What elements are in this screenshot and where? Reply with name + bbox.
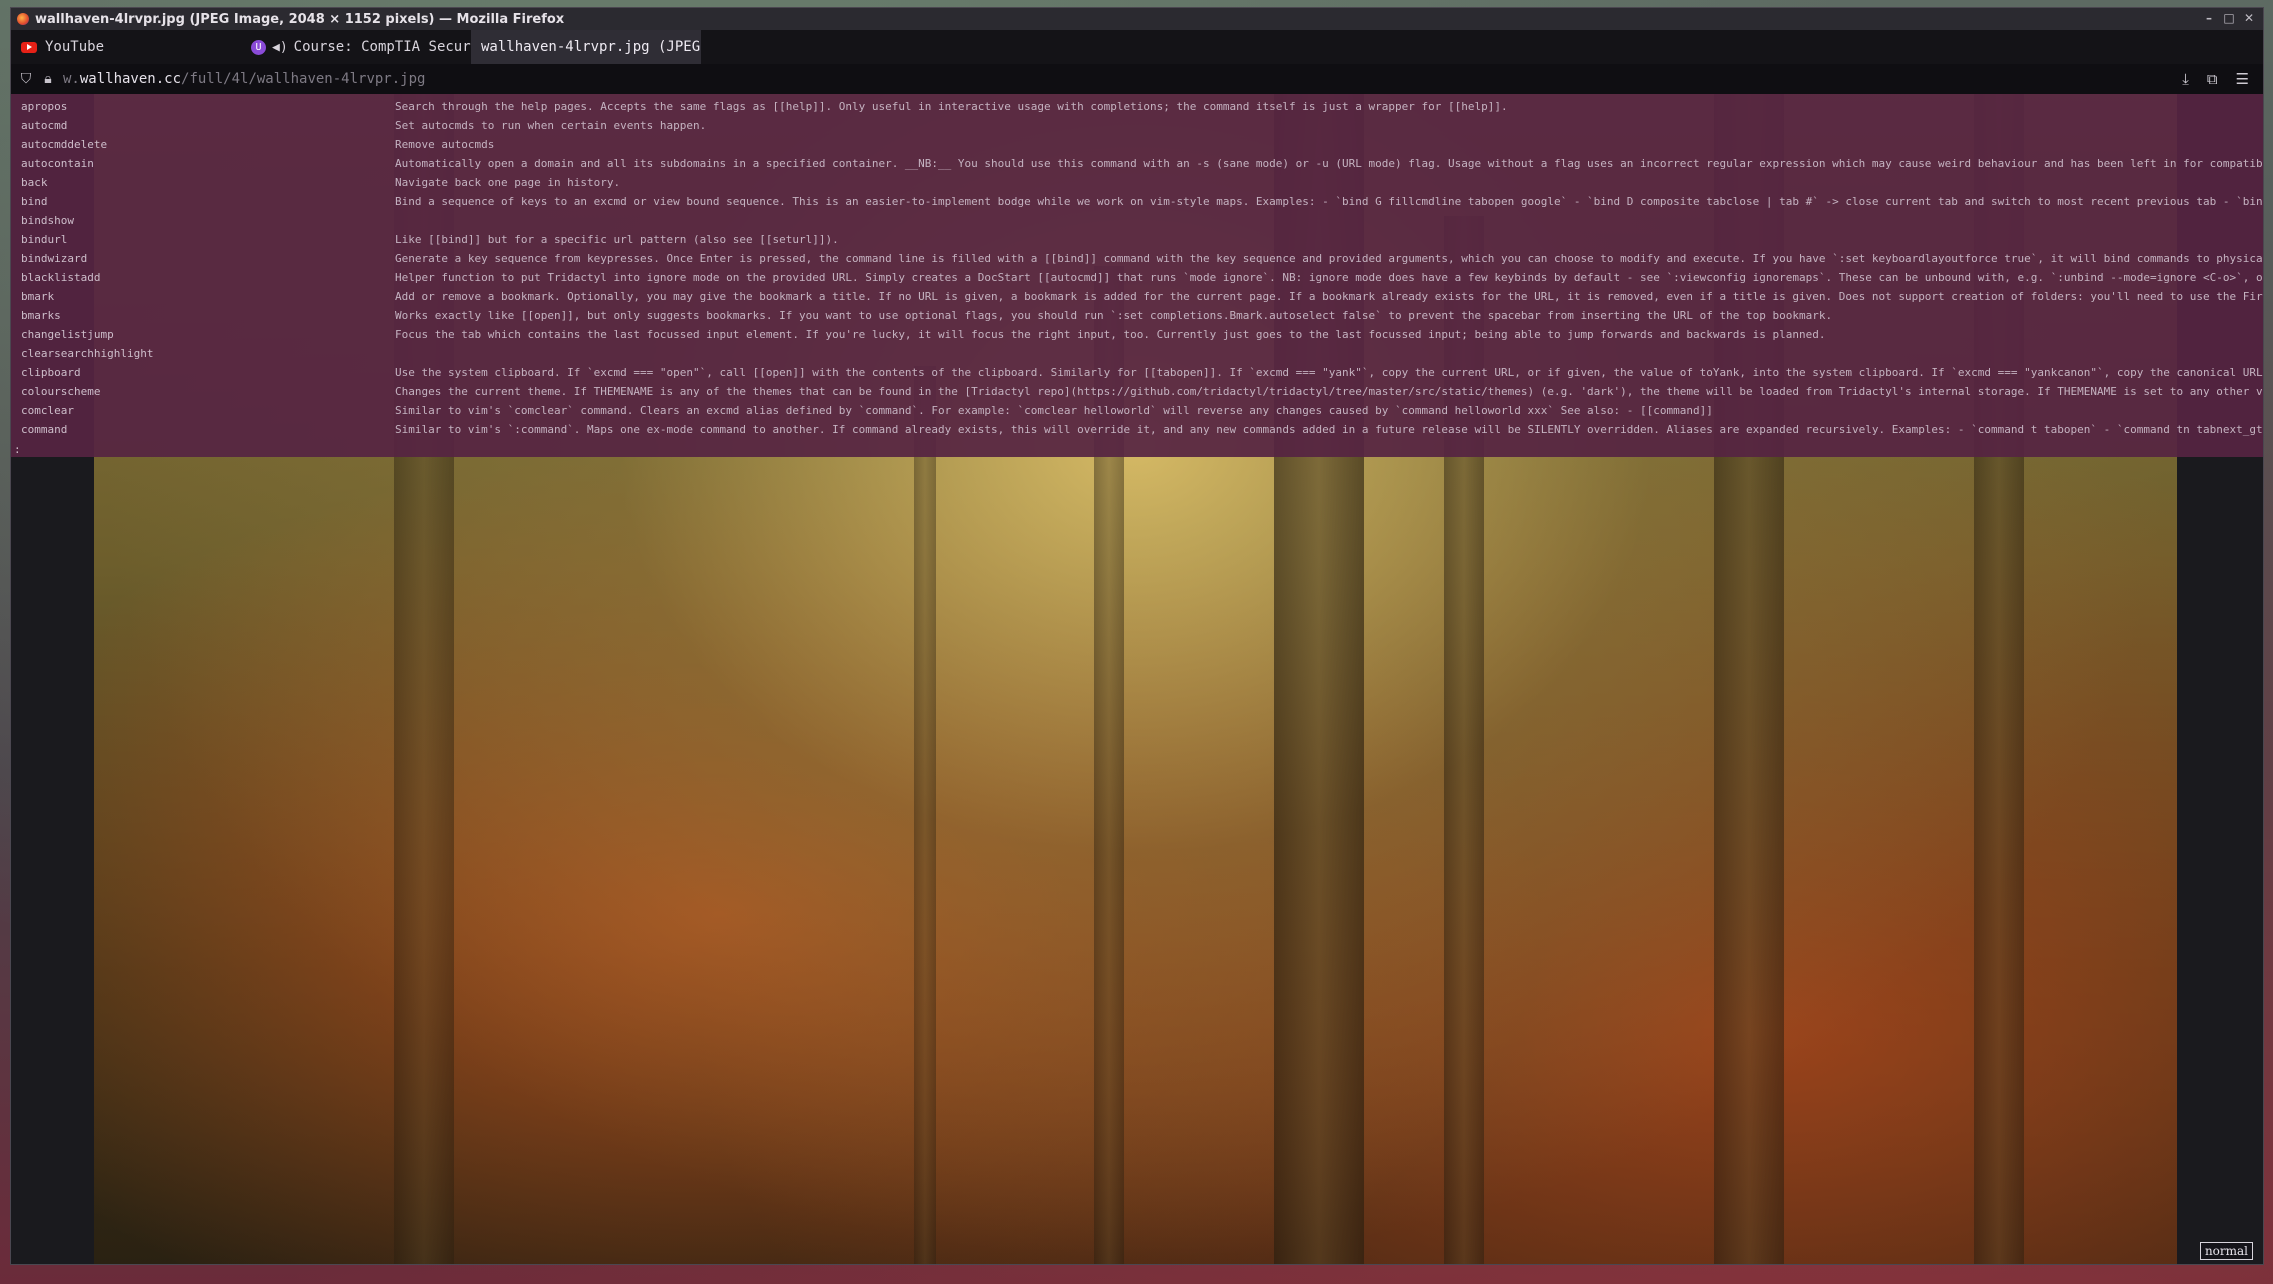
toolbar-right: ⤓ ⧉ ☰ xyxy=(2182,70,2249,88)
minimize-icon[interactable]: – xyxy=(2201,10,2217,26)
menu-icon[interactable]: ☰ xyxy=(2236,70,2249,88)
completion-description: Automatically open a domain and all its … xyxy=(395,157,2263,170)
firefox-window: wallhaven-4lrvpr.jpg (JPEG Image, 2048 ×… xyxy=(10,7,2264,1265)
completion-command: clearsearchhighlight xyxy=(21,347,154,360)
completion-command: comclear xyxy=(21,404,74,417)
firefox-icon xyxy=(17,13,29,25)
navigation-bar: ⛉ 🔒︎ w.wallhaven.cc/full/4l/wallhaven-4l… xyxy=(11,64,2263,94)
completion-description: Bind a sequence of keys to an excmd or v… xyxy=(395,195,2263,208)
completion-command: autocmd xyxy=(21,119,68,132)
completion-row[interactable]: bindurl Like [[bind]] but for a specific … xyxy=(11,233,2263,252)
tab-course[interactable]: U ◀) Course: CompTIA Securit xyxy=(241,30,471,64)
completion-description: Search through the help pages. Accepts t… xyxy=(395,100,1508,113)
completion-row[interactable]: bindwizard Generate a key sequence from k… xyxy=(11,252,2263,271)
url-path: /full/4l/wallhaven-4lrvpr.jpg xyxy=(181,71,426,87)
completion-command: bmark xyxy=(21,290,55,303)
tab-wallhaven-image[interactable]: wallhaven-4lrvpr.jpg (JPEG Ima xyxy=(471,30,701,64)
completion-row[interactable]: bind Bind a sequence of keys to an excmd … xyxy=(11,195,2263,214)
window-title: wallhaven-4lrvpr.jpg (JPEG Image, 2048 ×… xyxy=(35,11,565,27)
completion-description: Set autocmds to run when certain events … xyxy=(395,119,707,132)
completion-description: Add or remove a bookmark. Optionally, yo… xyxy=(395,290,2263,303)
completion-row[interactable]: bindshow xyxy=(11,214,2263,233)
tab-youtube[interactable]: YouTube xyxy=(11,30,241,64)
completion-row[interactable]: clipboard Use the system clipboard. If `e… xyxy=(11,366,2263,385)
completion-row[interactable]: autocmd Set autocmds to run when certain … xyxy=(11,119,2263,138)
completion-description: Works exactly like [[open]], but only su… xyxy=(395,309,1833,322)
completion-command: apropos xyxy=(21,100,68,113)
window-titlebar[interactable]: wallhaven-4lrvpr.jpg (JPEG Image, 2048 ×… xyxy=(11,8,2263,30)
tab-label: YouTube xyxy=(45,39,105,55)
completion-row[interactable]: clearsearchhighlight xyxy=(11,347,2263,366)
completion-description: Similar to vim's `:command`. Maps one ex… xyxy=(395,423,2263,436)
completion-description: Focus the tab which contains the last fo… xyxy=(395,328,1826,341)
completion-row[interactable]: colourscheme Changes the current theme. I… xyxy=(11,385,2263,404)
completion-command: bindwizard xyxy=(21,252,88,265)
completion-row[interactable]: apropos Search through the help pages. Ac… xyxy=(11,100,2263,119)
completion-command: autocmddelete xyxy=(21,138,108,151)
completion-description: Navigate back one page in history. xyxy=(395,176,621,189)
completion-row[interactable]: bmark Add or remove a bookmark. Optionall… xyxy=(11,290,2263,309)
completion-command: command xyxy=(21,423,68,436)
shield-icon[interactable]: ⛉ xyxy=(19,71,33,87)
url-prefix: w. xyxy=(63,71,80,87)
completion-description: Similar to vim's `comclear` command. Cle… xyxy=(395,404,1713,417)
completion-command: bmarks xyxy=(21,309,61,322)
completion-description: Remove autocmds xyxy=(395,138,495,151)
completion-row[interactable]: autocmddelete Remove autocmds xyxy=(11,138,2263,157)
completion-description: Use the system clipboard. If `excmd === … xyxy=(395,366,2263,379)
completion-command: bindshow xyxy=(21,214,74,227)
completion-description: Changes the current theme. If THEMENAME … xyxy=(395,385,2263,398)
completion-row[interactable]: comclear Similar to vim's `comclear` comm… xyxy=(11,404,2263,423)
url-host: wallhaven.cc xyxy=(79,71,182,87)
completion-row[interactable]: blacklistadd Helper function to put Trida… xyxy=(11,271,2263,290)
mode-indicator: normal xyxy=(2199,1242,2253,1260)
completion-command: colourscheme xyxy=(21,385,101,398)
completion-command: autocontain xyxy=(21,157,94,170)
window-controls: – □ ✕ xyxy=(2201,10,2257,26)
completion-command: bindurl xyxy=(21,233,68,246)
page-content: apropos Search through the help pages. Ac… xyxy=(11,94,2263,1264)
completion-row[interactable]: command Similar to vim's `:command`. Maps… xyxy=(11,423,2263,442)
tab-bar: YouTube U ◀) Course: CompTIA Securit wal… xyxy=(11,30,2263,64)
completion-command: bind xyxy=(21,195,48,208)
completion-command: changelistjump xyxy=(21,328,114,341)
speaker-icon[interactable]: ◀) xyxy=(272,40,288,55)
completion-description: Like [[bind]] but for a specific url pat… xyxy=(395,233,839,246)
lock-icon[interactable]: 🔒︎ xyxy=(41,71,55,87)
completion-row[interactable]: autocontain Automatically open a domain a… xyxy=(11,157,2263,176)
close-icon[interactable]: ✕ xyxy=(2241,10,2257,26)
extensions-icon[interactable]: ⧉ xyxy=(2207,70,2218,88)
completion-command: clipboard xyxy=(21,366,81,379)
youtube-icon xyxy=(21,41,37,53)
tridactyl-completions: apropos Search through the help pages. Ac… xyxy=(11,94,2263,457)
maximize-icon[interactable]: □ xyxy=(2221,10,2237,26)
course-icon: U xyxy=(251,39,266,55)
command-line-input[interactable]: : xyxy=(14,443,21,456)
tab-label: Course: CompTIA Securit xyxy=(293,39,471,55)
completion-row[interactable]: bmarks Works exactly like [[open]], but o… xyxy=(11,309,2263,328)
url-bar[interactable]: w.wallhaven.cc/full/4l/wallhaven-4lrvpr.… xyxy=(63,71,2182,87)
download-icon[interactable]: ⤓ xyxy=(2182,70,2189,88)
completion-description: Helper function to put Tridactyl into ig… xyxy=(395,271,2263,284)
completion-row[interactable]: back Navigate back one page in history. xyxy=(11,176,2263,195)
tab-label: wallhaven-4lrvpr.jpg (JPEG Ima xyxy=(481,39,701,55)
completion-command: back xyxy=(21,176,48,189)
completion-row[interactable]: changelistjump Focus the tab which contai… xyxy=(11,328,2263,347)
completion-command: blacklistadd xyxy=(21,271,101,284)
completion-description: Generate a key sequence from keypresses.… xyxy=(395,252,2263,265)
